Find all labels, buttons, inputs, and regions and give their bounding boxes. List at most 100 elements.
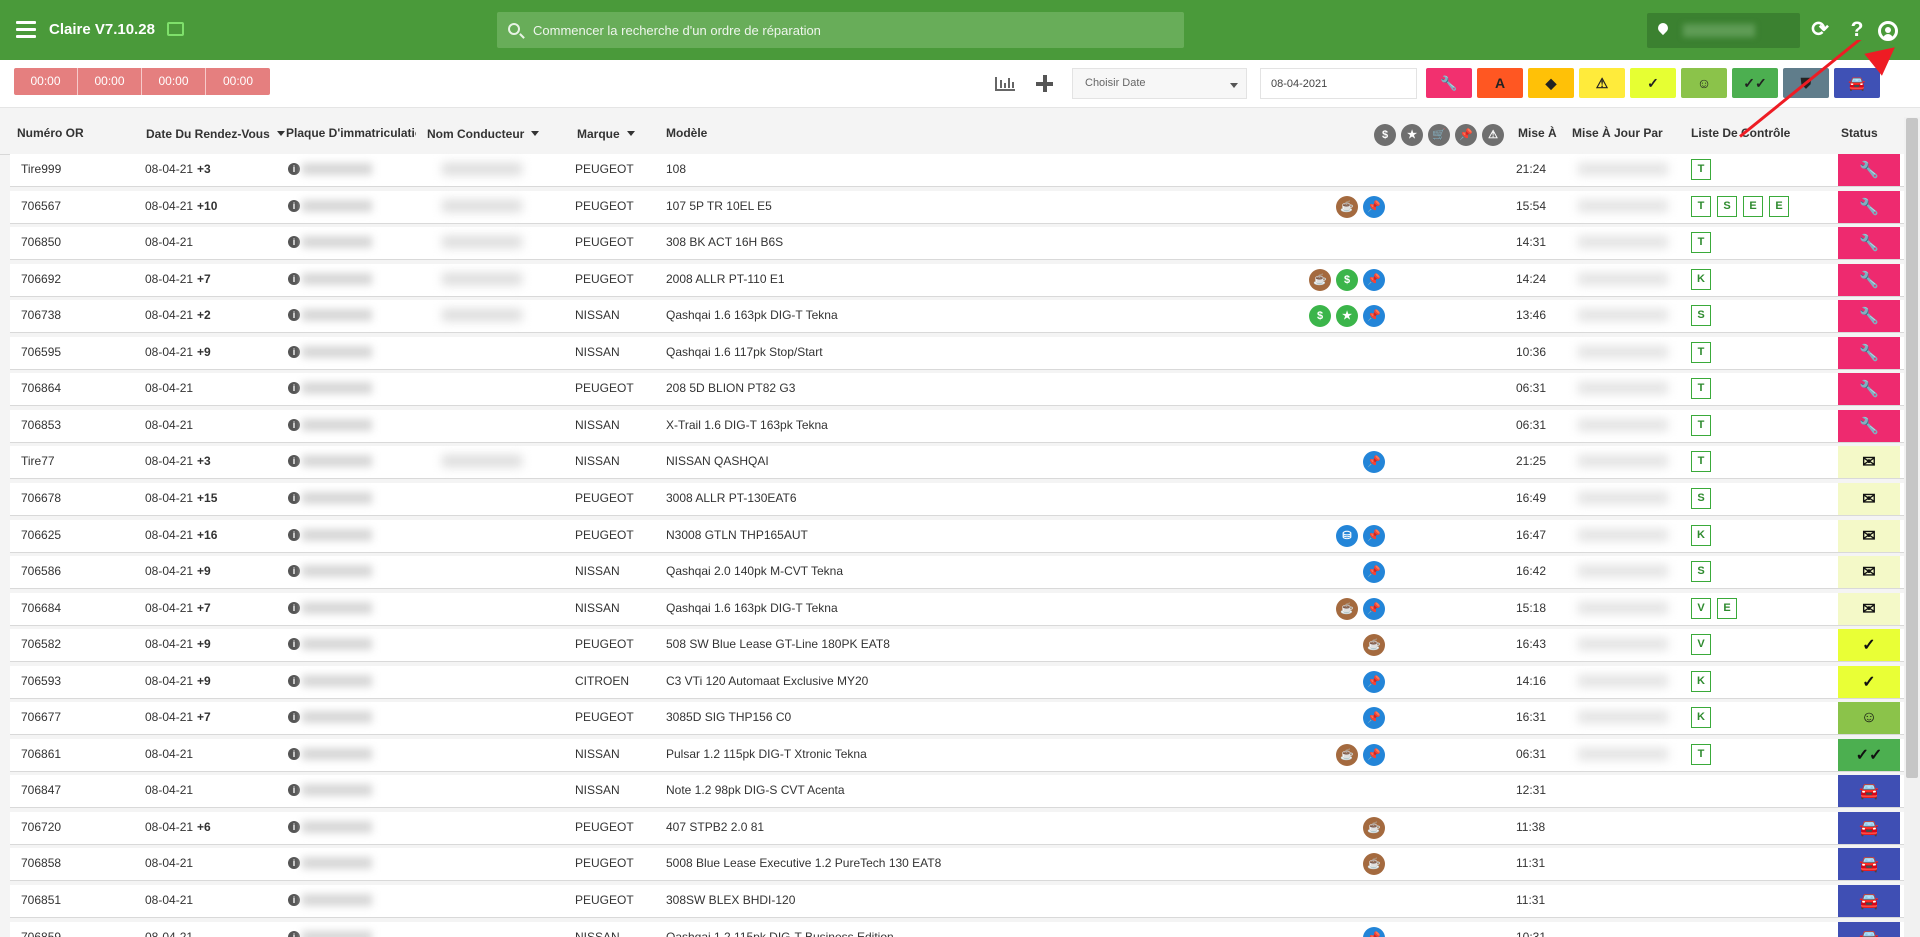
repair-order-number[interactable]: 706851 [21, 893, 61, 907]
repair-order-number[interactable]: Tire77 [21, 454, 55, 468]
info-icon[interactable]: i [288, 565, 300, 578]
table-row[interactable]: 706851 08-04-21 i PEUGEOT 308SW BLEX BHDI-12… [10, 885, 1910, 918]
info-icon[interactable]: i [288, 638, 300, 651]
column-header-updated-at[interactable]: Mise À [1518, 126, 1557, 140]
warning-icon[interactable]: ⚠ [1482, 124, 1504, 146]
column-header-numero[interactable]: Numéro OR [17, 126, 84, 140]
pin-icon[interactable]: 📌 [1363, 268, 1385, 291]
info-icon[interactable]: i [288, 820, 300, 833]
info-icon[interactable]: i [288, 455, 300, 468]
repair-order-number[interactable]: 706567 [21, 199, 61, 213]
table-row[interactable]: 706853 08-04-21 i NISSAN X-Trail 1.6 DIG-T 1… [10, 409, 1910, 443]
info-icon[interactable]: i [288, 784, 300, 797]
info-icon[interactable]: i [288, 163, 300, 175]
table-row[interactable]: 706625 08-04-21 +16 i PEUGEOT N3008 GTLN THP1… [10, 519, 1910, 553]
info-icon[interactable]: i [288, 382, 300, 395]
repair-order-number[interactable]: 706864 [21, 381, 61, 395]
repair-order-number[interactable]: 706684 [21, 601, 61, 615]
user-check-filter-button[interactable]: ✓ [1630, 68, 1676, 98]
info-icon[interactable]: i [288, 309, 300, 322]
info-icon[interactable]: i [288, 418, 300, 431]
checklist-item[interactable]: S [1691, 487, 1711, 509]
coffee-icon[interactable]: ☕ [1363, 816, 1385, 839]
column-header-driver[interactable]: Nom Conducteur [427, 127, 540, 141]
checklist-item[interactable]: T [1691, 743, 1711, 765]
menu-icon[interactable] [16, 21, 36, 39]
column-header-model[interactable]: Modèle [666, 126, 707, 140]
checklist-item[interactable]: V [1691, 597, 1711, 619]
table-row[interactable]: 706582 08-04-21 +9 i PEUGEOT 508 SW Blue Leas… [10, 629, 1910, 663]
repair-order-number[interactable]: 706847 [21, 783, 61, 797]
status-car-button[interactable]: 🚘 [1838, 885, 1900, 917]
table-row[interactable]: Tire77 08-04-21 +3 i NISSAN NISSAN QASHQAI 📌 21… [10, 446, 1910, 480]
cast-icon[interactable] [167, 22, 184, 36]
status-mail-button[interactable]: ✉ [1838, 519, 1900, 552]
repair-order-number[interactable]: 706738 [21, 308, 61, 322]
timer-button[interactable]: 00:00 [14, 68, 78, 95]
table-row[interactable]: 706859 08-04-21 i NISSAN Qashqai 1.2 115pk D… [10, 921, 1910, 937]
table-row[interactable]: 706738 08-04-21 +2 i NISSAN Qashqai 1.6 163pk… [10, 300, 1910, 334]
info-icon[interactable]: i [288, 930, 300, 937]
pin-icon[interactable]: 📌 [1455, 124, 1477, 146]
checklist-item[interactable]: K [1691, 670, 1711, 692]
repair-order-number[interactable]: 706692 [21, 272, 61, 286]
checklist-item[interactable]: V [1691, 634, 1711, 656]
repair-order-number[interactable]: 706720 [21, 820, 61, 834]
date-input[interactable] [1260, 68, 1417, 99]
checklist-item[interactable]: K [1691, 707, 1711, 729]
info-icon[interactable]: i [288, 272, 300, 285]
star-icon[interactable]: ★ [1336, 305, 1358, 328]
checklist-item[interactable]: S [1691, 561, 1711, 583]
table-row[interactable]: Tire999 08-04-21 +3 i PEUGEOT 108 21:24 T 🔧 [10, 154, 1910, 187]
dollar-icon[interactable]: $ [1336, 268, 1358, 291]
status-car-button[interactable]: 🚘 [1838, 848, 1900, 881]
repair-order-number[interactable]: 706853 [21, 418, 61, 432]
smiley-filter-button[interactable]: ☺ [1681, 68, 1727, 98]
status-smiley-button[interactable]: ☺ [1838, 702, 1900, 735]
status-mail-button[interactable]: ✉ [1838, 482, 1900, 515]
checklist-item[interactable]: T [1691, 451, 1711, 473]
timer-button[interactable]: 00:00 [142, 68, 206, 95]
checklist-item[interactable]: K [1691, 524, 1711, 546]
info-icon[interactable]: i [288, 747, 300, 760]
repair-order-number[interactable]: 706593 [21, 674, 61, 688]
pin-icon[interactable]: 📌 [1363, 451, 1385, 474]
table-row[interactable]: 706678 08-04-21 +15 i PEUGEOT 3008 ALLR PT-13… [10, 482, 1910, 516]
repair-order-number[interactable]: 706678 [21, 491, 61, 505]
checklist-item[interactable]: T [1691, 378, 1711, 400]
checklist-item[interactable]: T [1691, 195, 1711, 217]
pin-icon[interactable]: 📌 [1363, 561, 1385, 584]
parts-filter-button[interactable]: A [1477, 68, 1523, 98]
status-double-check-button[interactable]: ✓✓ [1838, 738, 1900, 771]
info-icon[interactable]: i [288, 345, 300, 358]
dollar-icon[interactable]: $ [1309, 305, 1331, 328]
status-repair-button[interactable]: 🔧 [1838, 227, 1900, 260]
pin-icon[interactable]: 📌 [1363, 597, 1385, 620]
table-row[interactable]: 706692 08-04-21 +7 i PEUGEOT 2008 ALLR PT-110… [10, 263, 1910, 297]
table-row[interactable]: 706586 08-04-21 +9 i NISSAN Qashqai 2.0 140pk… [10, 556, 1910, 590]
info-icon[interactable]: i [288, 711, 300, 724]
checklist-item[interactable]: S [1691, 305, 1711, 327]
add-repair-order-icon[interactable] [1034, 73, 1056, 95]
user-account-icon[interactable] [1878, 21, 1898, 41]
column-header-make[interactable]: Marque [577, 127, 635, 141]
wrench-filter-button[interactable]: 🔧 [1426, 68, 1472, 98]
timer-button[interactable]: 00:00 [78, 68, 142, 95]
table-row[interactable]: 706847 08-04-21 i NISSAN Note 1.2 98pk DIG-S… [10, 775, 1910, 809]
checklist-item[interactable]: K [1691, 268, 1711, 290]
star-icon[interactable]: ★ [1401, 124, 1423, 146]
pin-icon[interactable]: 📌 [1363, 670, 1385, 693]
tag-filter-button[interactable]: ◆ [1528, 68, 1574, 98]
coffee-icon[interactable]: ☕ [1336, 195, 1358, 218]
coffee-icon[interactable]: ☕ [1309, 268, 1331, 291]
table-row[interactable]: 706861 08-04-21 i NISSAN Pulsar 1.2 115pk DI… [10, 738, 1910, 772]
repair-order-number[interactable]: 706861 [21, 747, 61, 761]
coffee-icon[interactable]: ☕ [1363, 634, 1385, 657]
status-mail-button[interactable]: ✉ [1838, 556, 1900, 589]
table-row[interactable]: 706684 08-04-21 +7 i NISSAN Qashqai 1.6 163pk… [10, 592, 1910, 626]
status-repair-button[interactable]: 🔧 [1838, 373, 1900, 406]
search-input[interactable] [533, 12, 1173, 48]
table-row[interactable]: 706595 08-04-21 +9 i NISSAN Qashqai 1.6 117pk… [10, 336, 1910, 370]
checklist-item[interactable]: T [1691, 159, 1711, 180]
status-car-button[interactable]: 🚘 [1838, 921, 1900, 937]
